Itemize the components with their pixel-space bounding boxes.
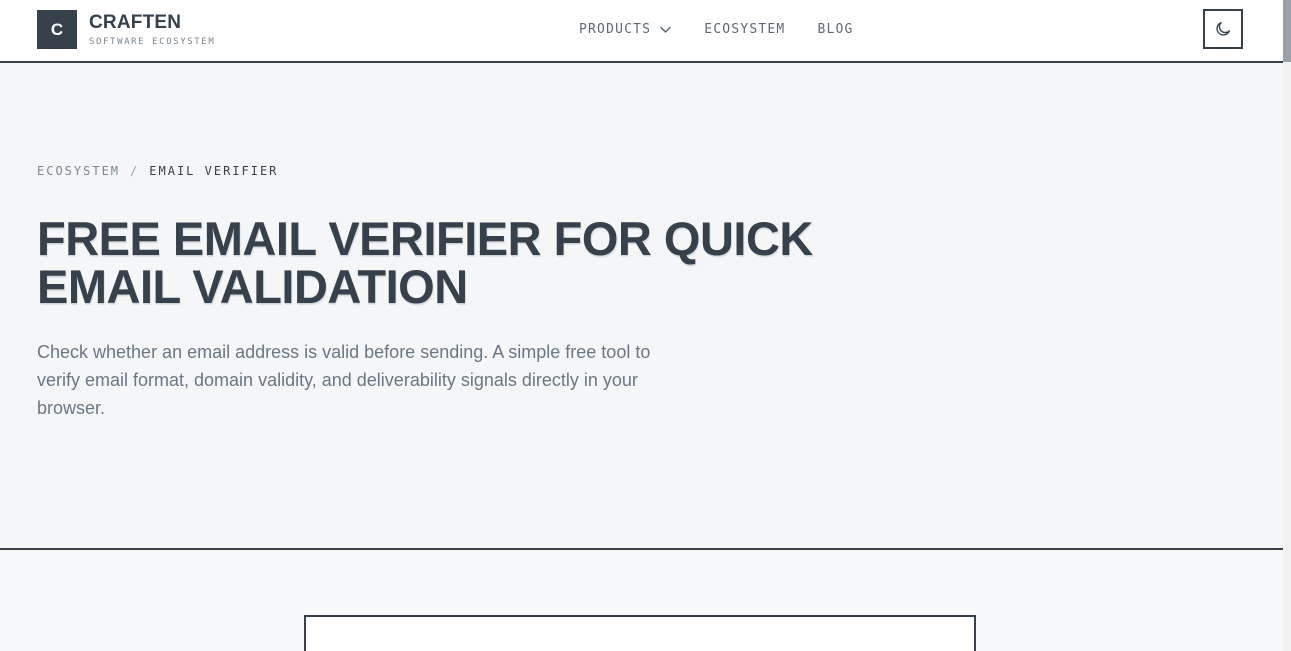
nav-item-blog[interactable]: BLOG	[817, 20, 853, 38]
email-verifier-card	[304, 615, 976, 651]
nav-item-label: BLOG	[817, 21, 854, 37]
nav-item-label: PRODUCTS	[579, 21, 652, 37]
moon-icon	[1216, 21, 1231, 36]
page-title: FREE EMAIL VERIFIER FOR QUICK EMAIL VALI…	[37, 212, 813, 313]
hero-section: ECOSYSTEM / EMAIL VERIFIER FREE EMAIL VE…	[0, 63, 1283, 550]
chevron-down-icon	[660, 26, 671, 33]
breadcrumb-current: EMAIL VERIFIER	[149, 164, 279, 178]
nav-item-label: ECOSYSTEM	[704, 21, 786, 37]
brand-tagline: SOFTWARE ECOSYSTEM	[89, 36, 216, 47]
scrollbar-track[interactable]	[1283, 0, 1291, 651]
breadcrumb-link-ecosystem[interactable]: ECOSYSTEM	[37, 164, 120, 178]
page-description: Check whether an email address is valid …	[37, 342, 651, 418]
main-nav: PRODUCTS ECOSYSTEM BLOG	[579, 20, 854, 38]
breadcrumb-separator: /	[130, 164, 140, 178]
nav-item-products[interactable]: PRODUCTS	[579, 20, 672, 38]
nav-item-ecosystem[interactable]: ECOSYSTEM	[704, 20, 785, 38]
theme-toggle-button[interactable]	[1203, 9, 1243, 49]
scrollbar-thumb[interactable]	[1283, 0, 1291, 62]
logo-mark: C	[37, 10, 77, 49]
breadcrumb: ECOSYSTEM / EMAIL VERIFIER	[37, 164, 278, 178]
page: C CRAFTEN SOFTWARE ECOSYSTEM PRODUCTS EC…	[0, 0, 1291, 651]
site-header: C CRAFTEN SOFTWARE ECOSYSTEM PRODUCTS EC…	[0, 0, 1283, 63]
logo-text: CRAFTEN SOFTWARE ECOSYSTEM	[89, 11, 216, 47]
brand-name: CRAFTEN	[89, 11, 182, 33]
logo-link[interactable]: C CRAFTEN SOFTWARE ECOSYSTEM	[37, 10, 215, 49]
